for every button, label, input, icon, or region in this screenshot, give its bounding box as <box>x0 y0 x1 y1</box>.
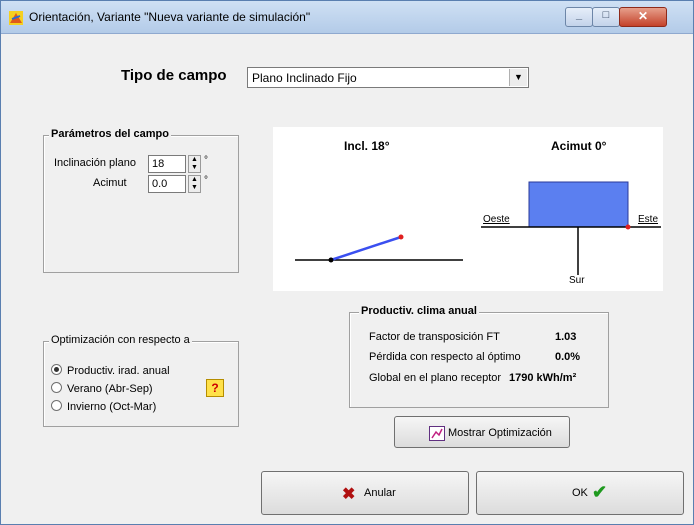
tilt-stepper[interactable]: 18 ▲ ▼ ° <box>148 155 208 173</box>
azimuth-spin-buttons[interactable]: ▲ ▼ <box>188 175 201 193</box>
title-bar: Orientación, Variante "Nueva variante de… <box>1 1 693 34</box>
field-type-select[interactable]: Plano Inclinado Fijo ▼ <box>247 67 529 88</box>
show-optimization-label: Mostrar Optimización <box>448 427 552 439</box>
radio-annual-label: Productiv. irad. anual <box>67 365 170 377</box>
radio-unselected-icon <box>51 382 62 393</box>
radio-selected-icon <box>51 364 62 375</box>
west-label: Oeste <box>483 214 510 225</box>
tilt-title: Incl. 18° <box>344 139 390 153</box>
help-icon[interactable]: ? <box>206 379 224 397</box>
tilt-spin-buttons[interactable]: ▲ ▼ <box>188 155 201 173</box>
radio-unselected-icon <box>51 400 62 411</box>
close-button[interactable]: ✕ <box>619 7 667 27</box>
azimuth-input[interactable]: 0.0 <box>148 175 186 193</box>
close-icon: ✖ <box>342 486 356 503</box>
annual-productivity-legend: Productiv. clima anual <box>359 305 479 317</box>
radio-winter[interactable]: Invierno (Oct-Mar) <box>51 400 156 413</box>
cancel-label: Anular <box>364 487 396 499</box>
tilt-plane-line <box>330 235 402 262</box>
close-icon: ✕ <box>637 9 649 23</box>
field-parameters-legend: Parámetros del campo <box>49 128 171 140</box>
spin-down-icon[interactable]: ▼ <box>189 184 200 192</box>
spin-down-icon[interactable]: ▼ <box>189 164 200 172</box>
radio-annual[interactable]: Productiv. irad. anual <box>51 364 170 377</box>
azimuth-marker-point <box>625 224 631 230</box>
ok-button[interactable]: OK ✔ <box>476 471 684 515</box>
tilt-input[interactable]: 18 <box>148 155 186 173</box>
tilt-unit: ° <box>204 155 208 166</box>
maximize-icon: □ <box>602 9 610 21</box>
maximize-button[interactable]: □ <box>592 7 620 27</box>
field-type-label: Tipo de campo <box>121 67 227 84</box>
dialog-window: Orientación, Variante "Nueva variante de… <box>0 0 694 525</box>
app-icon <box>9 11 23 25</box>
global-plane-value: 1790 kWh/m² <box>509 372 577 384</box>
spin-up-icon[interactable]: ▲ <box>189 156 200 164</box>
transposition-factor-value: 1.03 <box>555 331 577 343</box>
check-icon: ✔ <box>592 482 608 502</box>
minimize-button[interactable]: _ <box>565 7 593 27</box>
show-optimization-button[interactable]: Mostrar Optimización <box>394 416 570 448</box>
ok-label: OK <box>572 487 588 499</box>
tilt-label: Inclinación plano <box>54 157 136 169</box>
orientation-diagram: Incl. 18° Acimut 0° Oeste Este Sur <box>273 127 663 291</box>
radio-winter-label: Invierno (Oct-Mar) <box>67 401 157 413</box>
azimuth-panel <box>528 181 629 228</box>
azimuth-label: Acimut <box>93 177 127 189</box>
south-label: Sur <box>569 275 585 286</box>
loss-label: Pérdida con respecto al óptimo <box>369 351 521 363</box>
chevron-down-icon[interactable]: ▼ <box>509 69 527 86</box>
cancel-button[interactable]: ✖ Anular <box>261 471 469 515</box>
spin-up-icon[interactable]: ▲ <box>189 176 200 184</box>
transposition-factor-label: Factor de transposición FT <box>369 331 500 343</box>
azimuth-title: Acimut 0° <box>551 139 607 153</box>
tilt-end-point <box>398 234 404 240</box>
azimuth-unit: ° <box>204 175 208 186</box>
east-label: Este <box>638 214 659 225</box>
azimuth-stepper[interactable]: 0.0 ▲ ▼ ° <box>148 175 208 193</box>
global-plane-label: Global en el plano receptor <box>369 372 502 384</box>
window-title: Orientación, Variante "Nueva variante de… <box>29 10 311 24</box>
radio-summer-label: Verano (Abr-Sep) <box>67 383 153 395</box>
radio-summer[interactable]: Verano (Abr-Sep) <box>51 382 153 395</box>
optimization-legend: Optimización con respecto a <box>49 334 192 346</box>
loss-value: 0.0% <box>555 351 581 363</box>
field-type-value: Plano Inclinado Fijo <box>252 71 357 85</box>
field-parameters-group <box>43 135 239 273</box>
minimize-icon: _ <box>575 9 583 21</box>
chart-icon <box>429 426 445 441</box>
tilt-pivot-point <box>328 257 334 263</box>
